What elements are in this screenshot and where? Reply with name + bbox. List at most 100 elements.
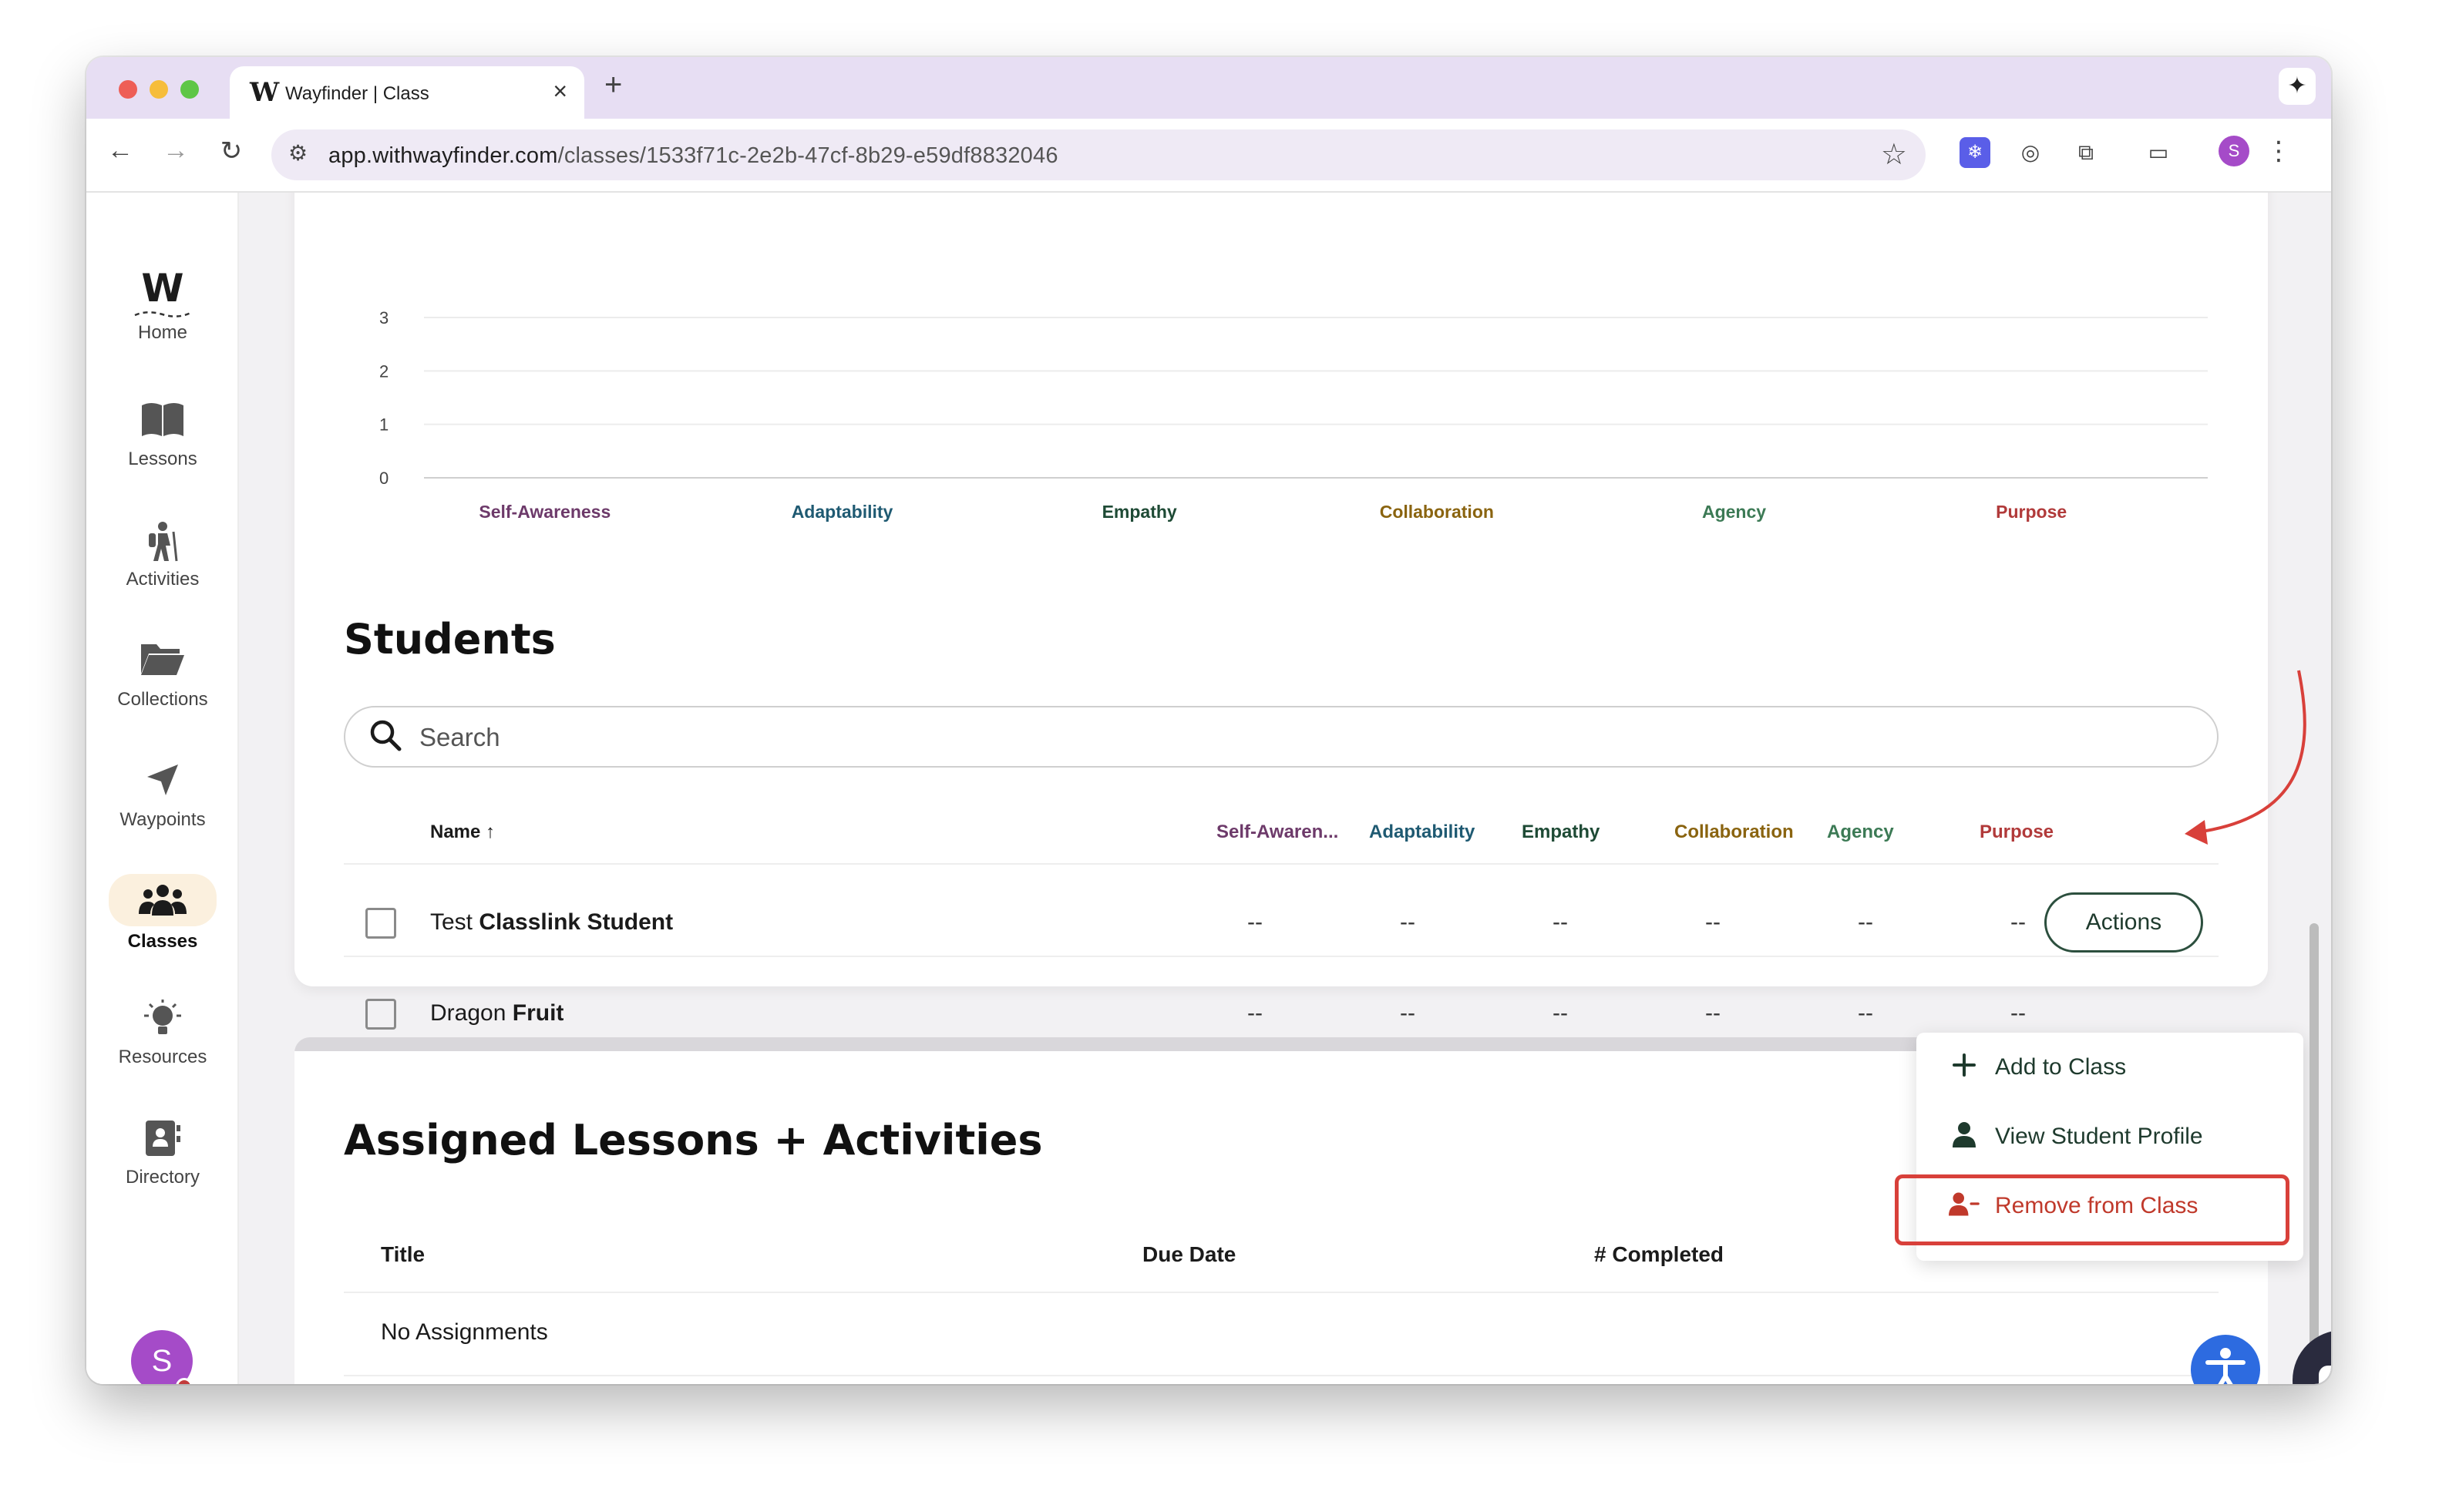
page-scrollbar[interactable] bbox=[2309, 923, 2319, 1355]
sidebar-item-activities[interactable]: Activities bbox=[86, 521, 239, 590]
student-last-name: Fruit bbox=[512, 1000, 564, 1026]
sidebar-item-resources[interactable]: Resources bbox=[86, 999, 239, 1068]
sidebar-item-lessons[interactable]: Lessons bbox=[86, 401, 239, 470]
close-window-button[interactable] bbox=[119, 80, 137, 99]
address-bar[interactable]: ⚙ app.withwayfinder.com/classes/1533f71c… bbox=[271, 129, 1926, 180]
column-header-adaptability[interactable]: Adaptability bbox=[1369, 822, 1475, 843]
book-icon bbox=[86, 401, 239, 444]
student-first-name: Test bbox=[430, 909, 473, 935]
x-category-label: Self-Awareness bbox=[479, 502, 611, 522]
student-name[interactable]: Test Classlink Student bbox=[430, 909, 673, 936]
sidebar-item-label: Classes bbox=[127, 931, 198, 952]
url-text[interactable]: app.withwayfinder.com/classes/1533f71c-2… bbox=[328, 143, 1058, 169]
score-collaboration: -- bbox=[1705, 909, 1721, 935]
sidebar: W Home Lessons Activities Collections Wa… bbox=[86, 193, 239, 1384]
bookmark-star-icon[interactable]: ☆ bbox=[1881, 137, 1907, 172]
column-header-collaboration[interactable]: Collaboration bbox=[1674, 822, 1794, 843]
minimize-window-button[interactable] bbox=[150, 80, 168, 99]
score-purpose: -- bbox=[2010, 909, 2026, 935]
browser-menu-icon[interactable]: ⋮ bbox=[2260, 136, 2297, 166]
sidebar-item-classes[interactable]: Classes bbox=[86, 874, 239, 953]
sidebar-active-pill bbox=[109, 874, 217, 926]
column-header-purpose[interactable]: Purpose bbox=[1980, 822, 2054, 843]
sidebar-item-label: Directory bbox=[125, 1167, 200, 1188]
column-header-name[interactable]: Name ↑ bbox=[430, 822, 495, 843]
y-tick-label: 1 bbox=[379, 415, 389, 435]
lightbulb-icon bbox=[86, 999, 239, 1042]
accessibility-button[interactable] bbox=[2191, 1335, 2260, 1384]
new-tab-plus-icon[interactable]: + bbox=[604, 68, 622, 102]
url-host: app.withwayfinder.com bbox=[328, 143, 558, 168]
tab-close-icon[interactable]: × bbox=[553, 77, 567, 106]
score-self-awareness: -- bbox=[1247, 909, 1263, 935]
score-agency: -- bbox=[1858, 909, 1873, 935]
chat-support-button[interactable] bbox=[2293, 1330, 2331, 1384]
table-divider bbox=[344, 956, 2219, 957]
hiker-icon bbox=[86, 521, 239, 564]
search-icon bbox=[370, 720, 402, 751]
actions-button[interactable]: Actions bbox=[2044, 892, 2203, 953]
gemini-sparkle-icon[interactable]: ✦ bbox=[2279, 68, 2316, 105]
user-avatar[interactable]: S bbox=[131, 1330, 193, 1384]
tab-title: Wayfinder | Class bbox=[285, 83, 429, 104]
sidebar-item-label: Home bbox=[137, 322, 188, 343]
sidebar-item-waypoints[interactable]: Waypoints bbox=[86, 761, 239, 831]
row-checkbox[interactable] bbox=[365, 999, 396, 1030]
maximize-window-button[interactable] bbox=[180, 80, 199, 99]
reload-icon[interactable]: ↻ bbox=[213, 136, 250, 166]
x-category-label: Collaboration bbox=[1380, 502, 1494, 522]
menu-item-view-student-profile[interactable]: View Student Profile bbox=[1916, 1102, 2303, 1171]
browser-toolbar: ← → ↻ ⚙ app.withwayfinder.com/classes/15… bbox=[86, 119, 2331, 193]
student-name[interactable]: Dragon Fruit bbox=[430, 1000, 563, 1026]
extension-shield-icon[interactable]: ◎ bbox=[2015, 137, 2046, 168]
browser-window: W Wayfinder | Class × + ✦ ← → ↻ ⚙ app.wi… bbox=[86, 57, 2331, 1384]
table-divider bbox=[344, 863, 2219, 865]
row-checkbox[interactable] bbox=[365, 908, 396, 939]
chat-bubble-icon bbox=[2319, 1366, 2331, 1384]
score-empathy: -- bbox=[1553, 1000, 1568, 1026]
sidebar-item-collections[interactable]: Collections bbox=[86, 641, 239, 711]
column-header-empathy[interactable]: Empathy bbox=[1522, 822, 1600, 843]
x-category-label: Empathy bbox=[1102, 502, 1177, 522]
score-self-awareness: -- bbox=[1247, 1000, 1263, 1026]
competency-chart: 3 2 1 0 Self-Awareness Adaptability Empathy Col… bbox=[379, 308, 2208, 522]
plus-icon bbox=[1953, 1053, 1976, 1077]
column-header-title[interactable]: Title bbox=[381, 1242, 425, 1267]
students-heading: Students bbox=[344, 615, 556, 664]
column-header-agency[interactable]: Agency bbox=[1827, 822, 1894, 843]
column-header-due-date[interactable]: Due Date bbox=[1142, 1242, 1236, 1267]
wayfinder-logo-dash-icon bbox=[134, 311, 191, 318]
sidebar-item-label: Resources bbox=[118, 1047, 207, 1067]
profile-avatar[interactable]: S bbox=[2219, 136, 2249, 166]
y-tick-label: 0 bbox=[379, 469, 389, 488]
sidebar-item-label: Waypoints bbox=[119, 809, 206, 830]
column-header-completed[interactable]: # Completed bbox=[1594, 1242, 1724, 1267]
sidebar-item-directory[interactable]: Directory bbox=[86, 1119, 239, 1188]
sidebar-item-label: Lessons bbox=[128, 449, 197, 469]
page-viewport: W Home Lessons Activities Collections Wa… bbox=[86, 193, 2331, 1384]
url-path: /classes/1533f71c-2e2b-47cf-8b29-e59df88… bbox=[557, 143, 1058, 168]
score-purpose: -- bbox=[2010, 1000, 2026, 1026]
extensions-puzzle-icon[interactable]: ⧉ bbox=[2071, 137, 2101, 168]
annotation-highlight-box bbox=[1895, 1174, 2289, 1245]
search-input[interactable] bbox=[419, 720, 2192, 755]
browser-tab-active[interactable]: W Wayfinder | Class × bbox=[230, 66, 584, 119]
site-settings-icon[interactable]: ⚙ bbox=[288, 140, 308, 166]
score-adaptability: -- bbox=[1400, 1000, 1415, 1026]
navigation-arrow-icon bbox=[86, 761, 239, 805]
student-search-box[interactable] bbox=[344, 706, 2219, 768]
table-divider bbox=[344, 1375, 2219, 1376]
x-category-label: Adaptability bbox=[792, 502, 893, 522]
score-adaptability: -- bbox=[1400, 909, 1415, 935]
tab-strip: W Wayfinder | Class × + ✦ bbox=[86, 57, 2331, 119]
tab-search-icon[interactable]: ▭ bbox=[2143, 137, 2174, 168]
column-header-self-awareness[interactable]: Self-Awaren... bbox=[1216, 822, 1338, 843]
wayfinder-logo-icon: W bbox=[141, 266, 184, 311]
menu-item-add-to-class[interactable]: Add to Class bbox=[1916, 1033, 2303, 1102]
accessibility-icon bbox=[2205, 1348, 2246, 1384]
forward-arrow-icon[interactable]: → bbox=[157, 136, 194, 166]
menu-item-label: Add to Class bbox=[1995, 1054, 2127, 1080]
extension-snowflake-icon[interactable]: ❄ bbox=[1960, 137, 1990, 168]
back-arrow-icon[interactable]: ← bbox=[102, 136, 139, 166]
sidebar-item-home[interactable]: W Home bbox=[86, 267, 239, 344]
